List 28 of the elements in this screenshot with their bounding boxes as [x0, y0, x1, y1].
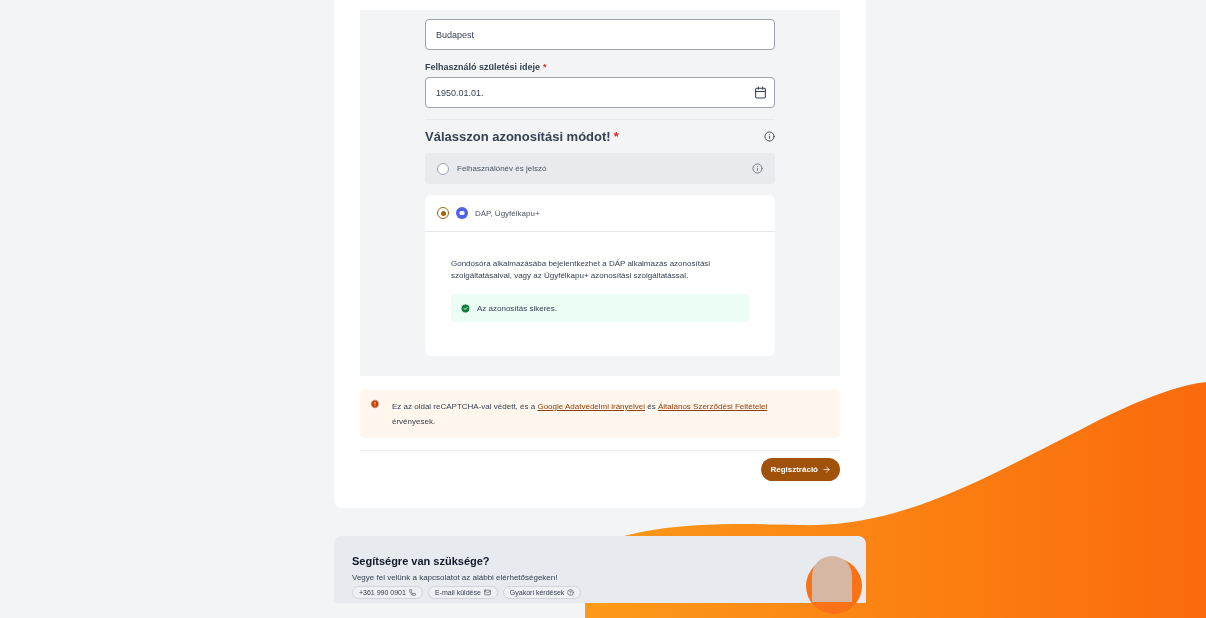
radio-button[interactable]	[437, 162, 449, 175]
phone-icon	[408, 589, 416, 596]
field-label: Felhasználó születési ideje *	[425, 62, 548, 72]
option-label: DÁP, Ügyfélkapu+	[475, 208, 541, 218]
photo-placeholder	[812, 556, 852, 602]
mail-icon	[483, 589, 491, 596]
info-icon[interactable]	[764, 131, 775, 142]
terms-link[interactable]: Általános Szerződési Feltételei	[657, 402, 768, 411]
radio-button[interactable]	[437, 207, 449, 219]
alert-icon	[370, 399, 380, 409]
option-description: Gondosóra alkalmazásába bejelentkezhet a DÁP alkalmazás azonosítási szolgáltatásaival, vagy az Ügyfélkapu+ azonosítási szolgáltatással.	[451, 258, 712, 282]
section-heading: Válasszon azonosítási módot! *	[425, 129, 619, 144]
option-label: Felhasználónév és jelszó	[457, 164, 548, 173]
arrow-icon	[822, 465, 831, 474]
help-title: Segítségre van szüksége?	[352, 555, 491, 567]
info-icon[interactable]	[752, 163, 763, 174]
badge-icon	[456, 207, 468, 219]
help-subtitle: Vegye fel velünk a kapcsolatot az alábbi elérhetőségeken!	[352, 573, 559, 582]
notice-text: Ez az oldal reCAPTCHA-val védett, és a Google Adatvédelmi irányelvei és Általános Szerződési Feltételei érvényesek.	[392, 401, 768, 428]
privacy-link[interactable]: Google Adatvédelmi irányelvei	[537, 402, 646, 411]
register-button[interactable]: Regisztráció	[761, 458, 840, 481]
auth-option[interactable]: Felhasználónév és jelszó	[425, 153, 775, 184]
date-field[interactable]: 1950.01.01.	[425, 77, 775, 108]
success-text: Az azonosítás sikeres.	[477, 303, 558, 313]
check-icon	[460, 302, 471, 314]
city-field[interactable]: Budapest	[425, 19, 775, 50]
calendar-icon[interactable]	[754, 86, 767, 99]
help-icon	[567, 589, 575, 596]
